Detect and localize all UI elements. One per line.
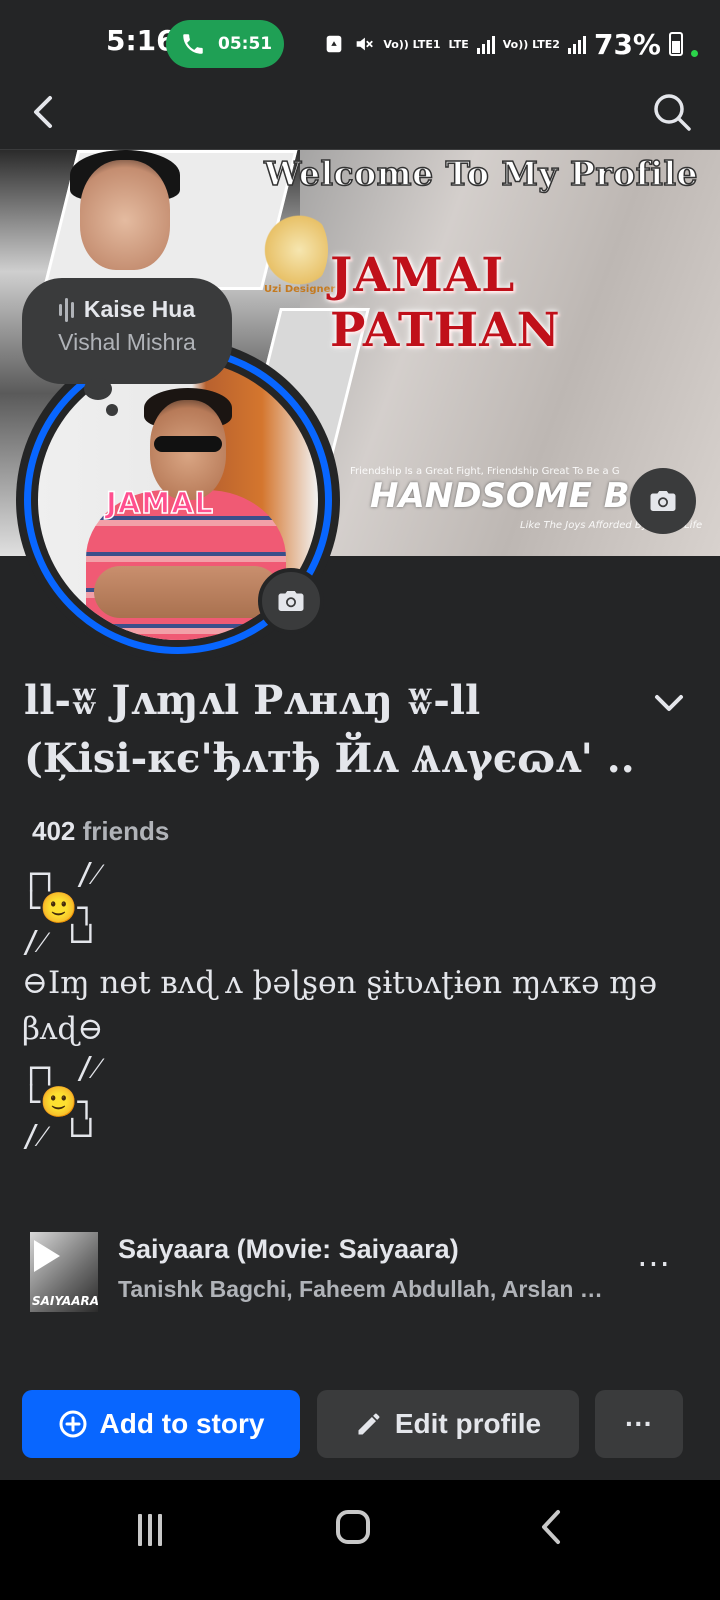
bio-decoration-top: ┌┐ /⁄ └🙂┐ /⁄ └┘ [22, 857, 100, 960]
add-to-story-button[interactable]: Add to story [22, 1390, 300, 1458]
camera-icon [650, 491, 676, 511]
call-timer: 05:51 [218, 34, 273, 54]
avatar-label: JAMAL [105, 485, 215, 521]
song-title: Saiyaara (Movie: Saiyaara) [118, 1234, 459, 1264]
profile-song-row[interactable]: SAIYAARA Saiyaara (Movie: Saiyaara) Tani… [0, 1220, 720, 1330]
battery-icon [669, 32, 683, 56]
music-title: Kaise Hua [83, 296, 196, 322]
song-thumbnail-label: SAIYAARA [32, 1294, 98, 1308]
edit-profile-label: Edit profile [394, 1408, 542, 1439]
more-options-button[interactable]: ··· [595, 1390, 683, 1458]
signal-strength-icon-2 [567, 34, 586, 54]
add-to-story-label: Add to story [99, 1408, 265, 1439]
recents-icon[interactable] [138, 1514, 170, 1546]
cover-welcome-text: Welcome To My Profile [263, 153, 698, 194]
avatar-arms [94, 566, 280, 618]
pencil-icon [358, 1413, 380, 1435]
mute-icon [356, 37, 374, 51]
song-artists: Tanishk Bagchi, Faheem Abdullah, Arslan … [118, 1276, 618, 1302]
status-bar: 5:16 05:51 Vo)) LTE1 LTE Vo)) LTE2 73% [0, 0, 720, 84]
cover-person-face [80, 160, 170, 270]
privacy-indicator-dot [691, 49, 698, 57]
phone-icon [183, 34, 203, 54]
thought-bubble-dot [84, 378, 112, 400]
back-arrow-icon[interactable] [26, 90, 66, 134]
nav-back-icon[interactable] [536, 1508, 566, 1546]
thought-bubble-dot-small [106, 404, 118, 416]
cover-name-text: JAMAL PATHAN [330, 248, 561, 358]
profile-actions: Add to story Edit profile ··· [22, 1390, 698, 1458]
network-lte1-label: Vo)) LTE1 [383, 37, 441, 51]
system-navigation-bar [0, 1480, 720, 1600]
bio-text: ⊖Iɱ nɵt вʌɖ ʌ þəɭʂɵn ʂɨtʋʌʈɨɵn ɱʌҡə ɱə β… [22, 965, 658, 1047]
audio-wave-icon [58, 297, 74, 322]
network-lte-label: LTE [448, 37, 469, 51]
status-icons: Vo)) LTE1 LTE Vo)) LTE2 73% [323, 26, 698, 62]
profile-name-line-2: (Ķisi-кє'ђʌтђ Йʌ Ѧʌγєɷʌ' .. [24, 735, 635, 782]
designer-logo-text: Uzi Designer [264, 284, 336, 295]
friends-count[interactable]: 402 friends [32, 816, 169, 847]
music-artist: Vishal Mishra [58, 329, 196, 355]
home-icon[interactable] [336, 1510, 370, 1544]
camera-icon [278, 591, 304, 611]
song-more-options-button[interactable]: ··· [632, 1248, 676, 1284]
network-lte2-label: Vo)) LTE2 [502, 37, 560, 51]
edit-cover-photo-button[interactable] [630, 468, 696, 534]
bio-decoration-bottom: ┌┐ /⁄ └🙂┐ /⁄ └┘ [22, 1051, 100, 1154]
profile-music-bubble[interactable]: Kaise Hua Vishal Mishra [22, 278, 232, 384]
add-circle-icon [59, 1410, 87, 1438]
edit-profile-picture-button[interactable] [258, 568, 324, 634]
edit-profile-button[interactable]: Edit profile [317, 1390, 579, 1458]
avatar-sunglasses [154, 436, 222, 452]
friends-label: friends [82, 816, 170, 846]
chevron-down-icon[interactable] [652, 686, 686, 720]
profile-bio: ┌┐ /⁄ └🙂┐ /⁄ └┘ ⊖Iɱ nɵt вʌɖ ʌ þəɭʂɵn ʂɨt… [22, 858, 702, 1154]
signal-strength-icon-1 [476, 34, 495, 54]
designer-logo [264, 206, 328, 294]
search-icon[interactable] [650, 90, 694, 134]
play-icon [34, 1240, 60, 1272]
battery-percentage: 73% [593, 27, 661, 61]
friends-number: 402 [32, 816, 76, 846]
profile-name: ll-ʬ Jʌɱʌl Pʌнʌŋ ʬ-ll (Ķisi-кє'ђʌтђ Йʌ Ѧ… [24, 672, 644, 788]
recycle-icon [326, 35, 342, 53]
app-header [0, 84, 720, 150]
ongoing-call-pill[interactable]: 05:51 [166, 20, 284, 68]
profile-name-line-1: ll-ʬ Jʌɱʌl Pʌнʌŋ ʬ-ll [24, 677, 481, 724]
song-thumbnail[interactable]: SAIYAARA [30, 1232, 98, 1312]
